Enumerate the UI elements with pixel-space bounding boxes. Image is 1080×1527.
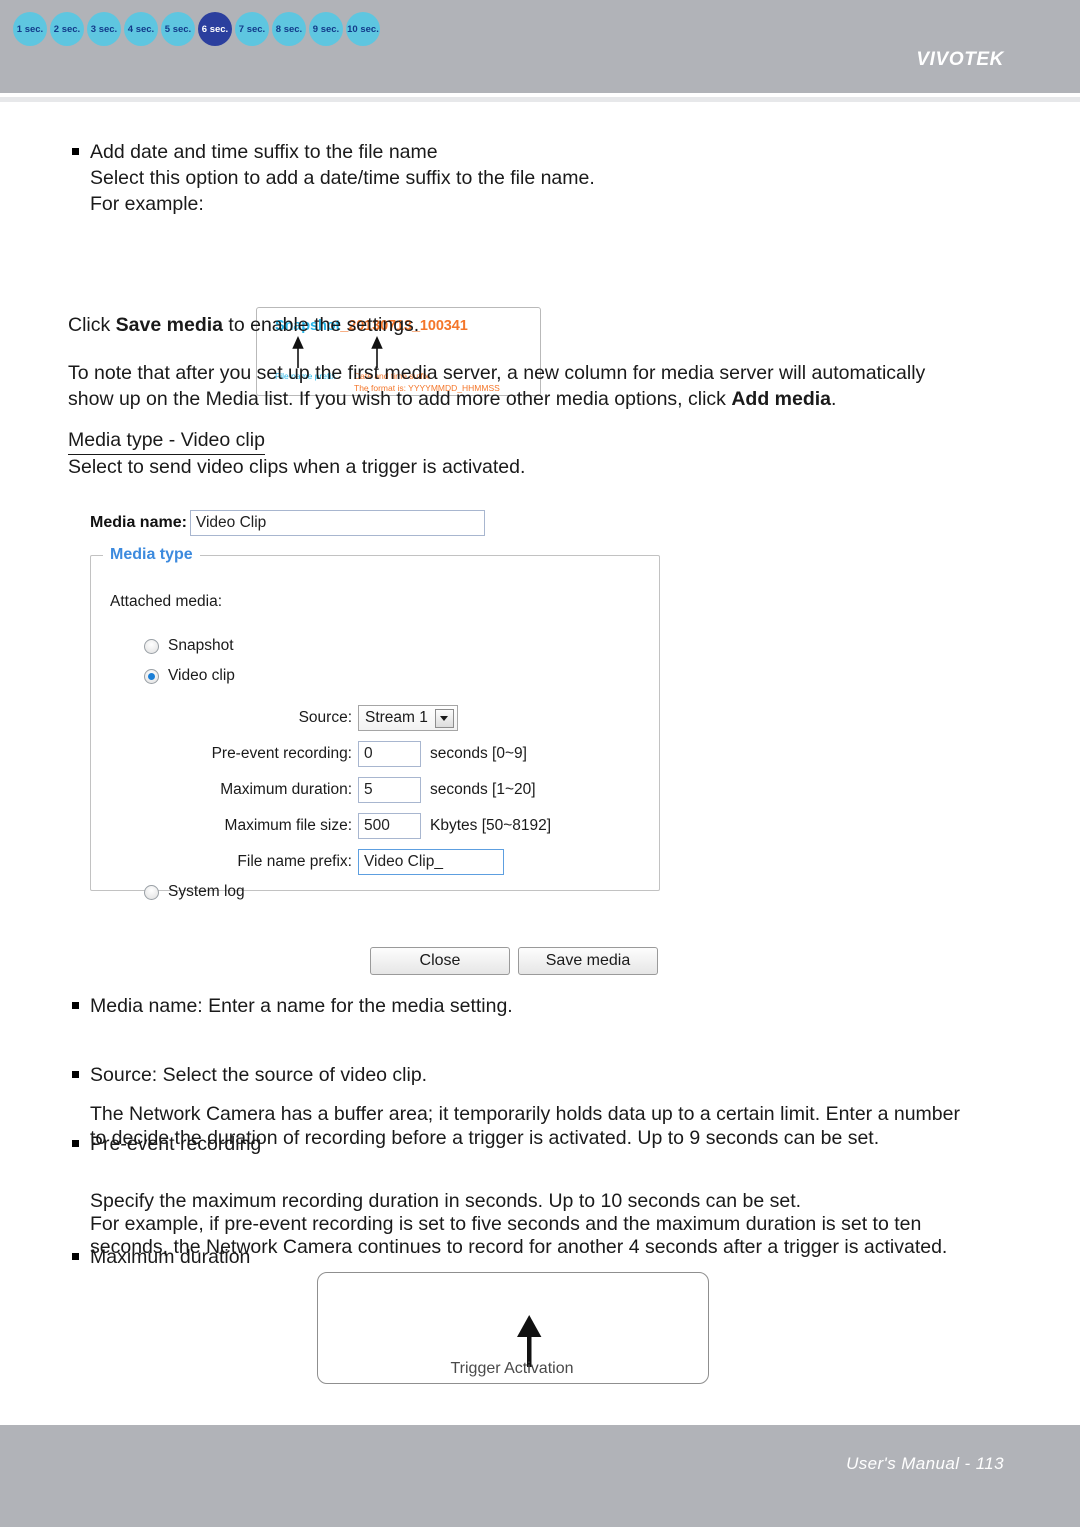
media-type-video-clip-description: Select to send video clips when a trigge… <box>68 456 526 478</box>
bullet-media-name: Media name: Enter a name for the media s… <box>68 993 1030 1019</box>
timeline-dot: 4 sec. <box>124 12 158 46</box>
video-clip-settings-group: Source: Stream 1 Pre-event recording: se… <box>184 700 634 880</box>
page-footer: User's Manual - 113 <box>0 1425 1080 1527</box>
radio-row-system-log[interactable]: System log <box>144 883 245 901</box>
add-date-suffix-line-2: For example: <box>90 193 204 215</box>
radio-row-video-clip[interactable]: Video clip <box>144 667 235 685</box>
pre-event-recording-label: Pre-event recording: <box>211 745 352 762</box>
click-save-before: Click <box>68 314 116 336</box>
maximum-duration-body-line-3: seconds, the Network Camera continues to… <box>90 1236 948 1258</box>
add-media-bold: Add media <box>731 388 832 410</box>
maximum-file-size-row: Maximum file size: Kbytes [50~8192] <box>184 808 634 844</box>
vivotek-logo: VIVOTEK <box>916 49 1004 70</box>
timeline-dot: 5 sec. <box>161 12 195 46</box>
maximum-duration-row: Maximum duration: seconds [1~20] <box>184 772 634 808</box>
timeline-dot: 6 sec. <box>198 12 232 46</box>
file-name-prefix-input[interactable] <box>358 849 504 875</box>
bullet-source: Source: Select the source of video clip. <box>68 1062 1030 1088</box>
timeline-dot: 3 sec. <box>87 12 121 46</box>
pre-event-recording-body-line-2: to decide the duration of recording befo… <box>90 1127 880 1149</box>
note-line2-after: . <box>831 388 837 410</box>
page-content: Add date and time suffix to the file nam… <box>0 102 1080 478</box>
chevron-down-icon[interactable] <box>434 708 454 728</box>
source-select[interactable]: Stream 1 <box>358 705 458 731</box>
timeline-dot: 10 sec. <box>346 12 380 46</box>
media-name-label: Media name: <box>90 514 187 531</box>
add-date-suffix-line-1: Select this option to add a date/time su… <box>90 167 595 189</box>
timeline-dot: 9 sec. <box>309 12 343 46</box>
radio-video-clip-icon[interactable] <box>144 668 159 684</box>
file-name-prefix-row: File name prefix: <box>184 844 634 880</box>
close-button[interactable]: Close <box>370 947 510 975</box>
media-type-video-clip-heading: Media type - Video clip <box>68 427 265 455</box>
media-type-fieldset: Media type Attached media: Snapshot Vide… <box>90 546 660 900</box>
click-save-media-paragraph: Click Save media to enable the settings. <box>68 312 988 338</box>
note-line2-before: show up on the Media list. If you wish t… <box>68 388 732 410</box>
timeline-dot: 1 sec. <box>13 12 47 46</box>
pre-event-recording-range: seconds [0~9] <box>430 745 527 762</box>
media-name-row: Media name: <box>90 510 660 536</box>
pre-event-recording-input[interactable] <box>358 741 421 767</box>
timeline-seconds-row: 1 sec. 2 sec. 3 sec. 4 sec. 5 sec. 6 sec. 7 se… <box>13 12 380 46</box>
attached-media-label: Attached media: <box>110 593 223 610</box>
click-save-after: to enable the settings. <box>223 314 420 336</box>
file-name-prefix-label: File name prefix: <box>237 853 352 870</box>
dialog-button-bar: Close Save media <box>370 947 658 975</box>
timeline-dot: 2 sec. <box>50 12 84 46</box>
radio-snapshot-icon[interactable] <box>144 638 159 654</box>
bullet-add-date-suffix-title: Add date and time suffix to the file nam… <box>68 139 990 165</box>
maximum-duration-label: Maximum duration: <box>220 781 352 798</box>
pre-event-recording-body-line-1: The Network Camera has a buffer area; it… <box>90 1103 960 1125</box>
media-type-video-clip-heading-wrap: Media type - Video clip <box>68 427 265 455</box>
timeline-dot: 7 sec. <box>235 12 269 46</box>
source-row: Source: Stream 1 <box>184 700 634 736</box>
maximum-duration-input[interactable] <box>358 777 421 803</box>
media-server-note-line-1: To note that after you set up the first … <box>68 362 926 384</box>
media-type-legend: Media type <box>110 546 193 563</box>
media-server-note-line-2: show up on the Media list. If you wish t… <box>68 386 1005 412</box>
radio-snapshot-label: Snapshot <box>168 637 234 654</box>
source-label: Source: <box>298 709 352 726</box>
timeline-dot: 8 sec. <box>272 12 306 46</box>
maximum-duration-range: seconds [1~20] <box>430 781 536 798</box>
radio-system-log-label: System log <box>168 883 245 900</box>
save-media-bold: Save media <box>115 314 223 336</box>
radio-row-snapshot[interactable]: Snapshot <box>144 637 234 655</box>
media-settings-dialog: Media name: Media type Attached media: S… <box>90 510 660 975</box>
radio-system-log-icon[interactable] <box>144 884 159 900</box>
maximum-file-size-input[interactable] <box>358 813 421 839</box>
maximum-file-size-range: Kbytes [50~8192] <box>430 817 552 834</box>
pre-event-recording-row: Pre-event recording: seconds [0~9] <box>184 736 634 772</box>
maximum-file-size-label: Maximum file size: <box>224 817 352 834</box>
footer-manual-page: User's Manual - 113 <box>846 1454 1004 1473</box>
radio-video-clip-label: Video clip <box>168 667 235 684</box>
source-select-value: Stream 1 <box>365 709 428 726</box>
save-media-button[interactable]: Save media <box>518 947 658 975</box>
media-name-input[interactable] <box>189 510 485 536</box>
trigger-activation-caption: Trigger Activation <box>450 1360 574 1377</box>
